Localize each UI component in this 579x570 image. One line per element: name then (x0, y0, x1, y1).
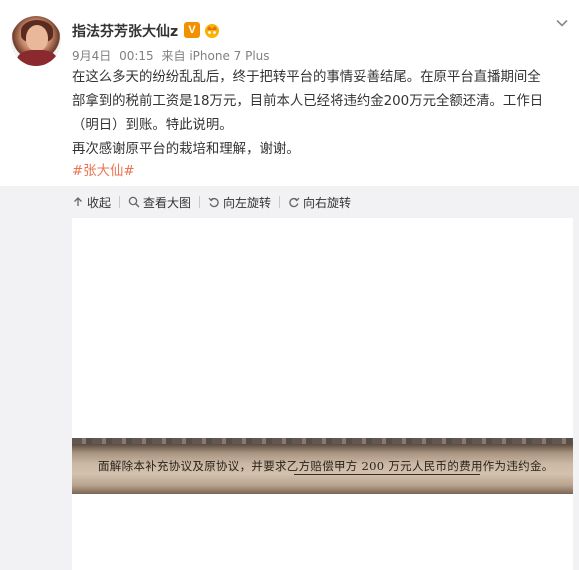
toolbar-divider (119, 196, 121, 208)
document-text: 面解除本补充协议及原协议，并要求乙方赔偿甲方 200 万元人民币的费用作为违约金… (98, 459, 554, 473)
toolbar-divider (279, 196, 281, 208)
document-underline (294, 474, 480, 475)
view-large-button[interactable]: 查看大图 (128, 194, 191, 211)
rotate-left-icon (208, 197, 219, 208)
username-link[interactable]: 指法芬芳张大仙z (72, 21, 178, 41)
collapse-label: 收起 (87, 195, 112, 210)
post-content: 在这么多天的纷纷乱乱后，终于把转平台的事情妥善结尾。在原平台直播期间全 部拿到的… (72, 66, 570, 162)
chevron-down-icon[interactable] (555, 16, 569, 30)
media-toolbar: 收起 查看大图 向左旋转 向右旋转 (72, 193, 351, 211)
verified-badge-icon[interactable]: V (184, 22, 200, 38)
content-line: 再次感谢原平台的栽培和理解，谢谢。 (72, 142, 300, 157)
post-date[interactable]: 9月4日 (72, 49, 111, 63)
search-icon (128, 196, 140, 208)
vip-crown-icon[interactable] (203, 21, 221, 39)
post-time[interactable]: 00:15 (119, 49, 154, 63)
post-meta: 9月4日 00:15 来自 iPhone 7 Plus (72, 47, 274, 64)
content-line: （明日）到账。特此说明。 (72, 118, 233, 133)
content-line: 部拿到的税前工资是18万元，目前本人已经将违约金200万元全额还清。工作日 (72, 94, 544, 109)
rotate-right-label: 向右旋转 (303, 195, 352, 210)
rotate-right-button[interactable]: 向右旋转 (288, 194, 351, 211)
user-avatar[interactable] (11, 16, 61, 66)
post-source: 来自 iPhone 7 Plus (161, 49, 270, 63)
rotate-left-button[interactable]: 向左旋转 (208, 194, 271, 211)
hashtag-link[interactable]: #张大仙# (72, 159, 135, 179)
rotate-left-label: 向左旋转 (223, 195, 272, 210)
avatar-face (26, 25, 48, 51)
weibo-post: 指法芬芳张大仙z V 9月4日 00:15 来自 iPhone 7 Plus 在… (0, 0, 579, 186)
toolbar-divider (199, 196, 201, 208)
collapse-button[interactable]: 收起 (72, 194, 111, 211)
avatar-body (17, 50, 57, 66)
rotate-right-icon (289, 197, 300, 208)
post-photo[interactable]: 面解除本补充协议及原协议，并要求乙方赔偿甲方 200 万元人民币的费用作为违约金… (72, 218, 573, 570)
content-line: 在这么多天的纷纷乱乱后，终于把转平台的事情妥善结尾。在原平台直播期间全 (72, 70, 541, 85)
collapse-up-icon (74, 197, 82, 206)
view-large-label: 查看大图 (143, 195, 192, 210)
